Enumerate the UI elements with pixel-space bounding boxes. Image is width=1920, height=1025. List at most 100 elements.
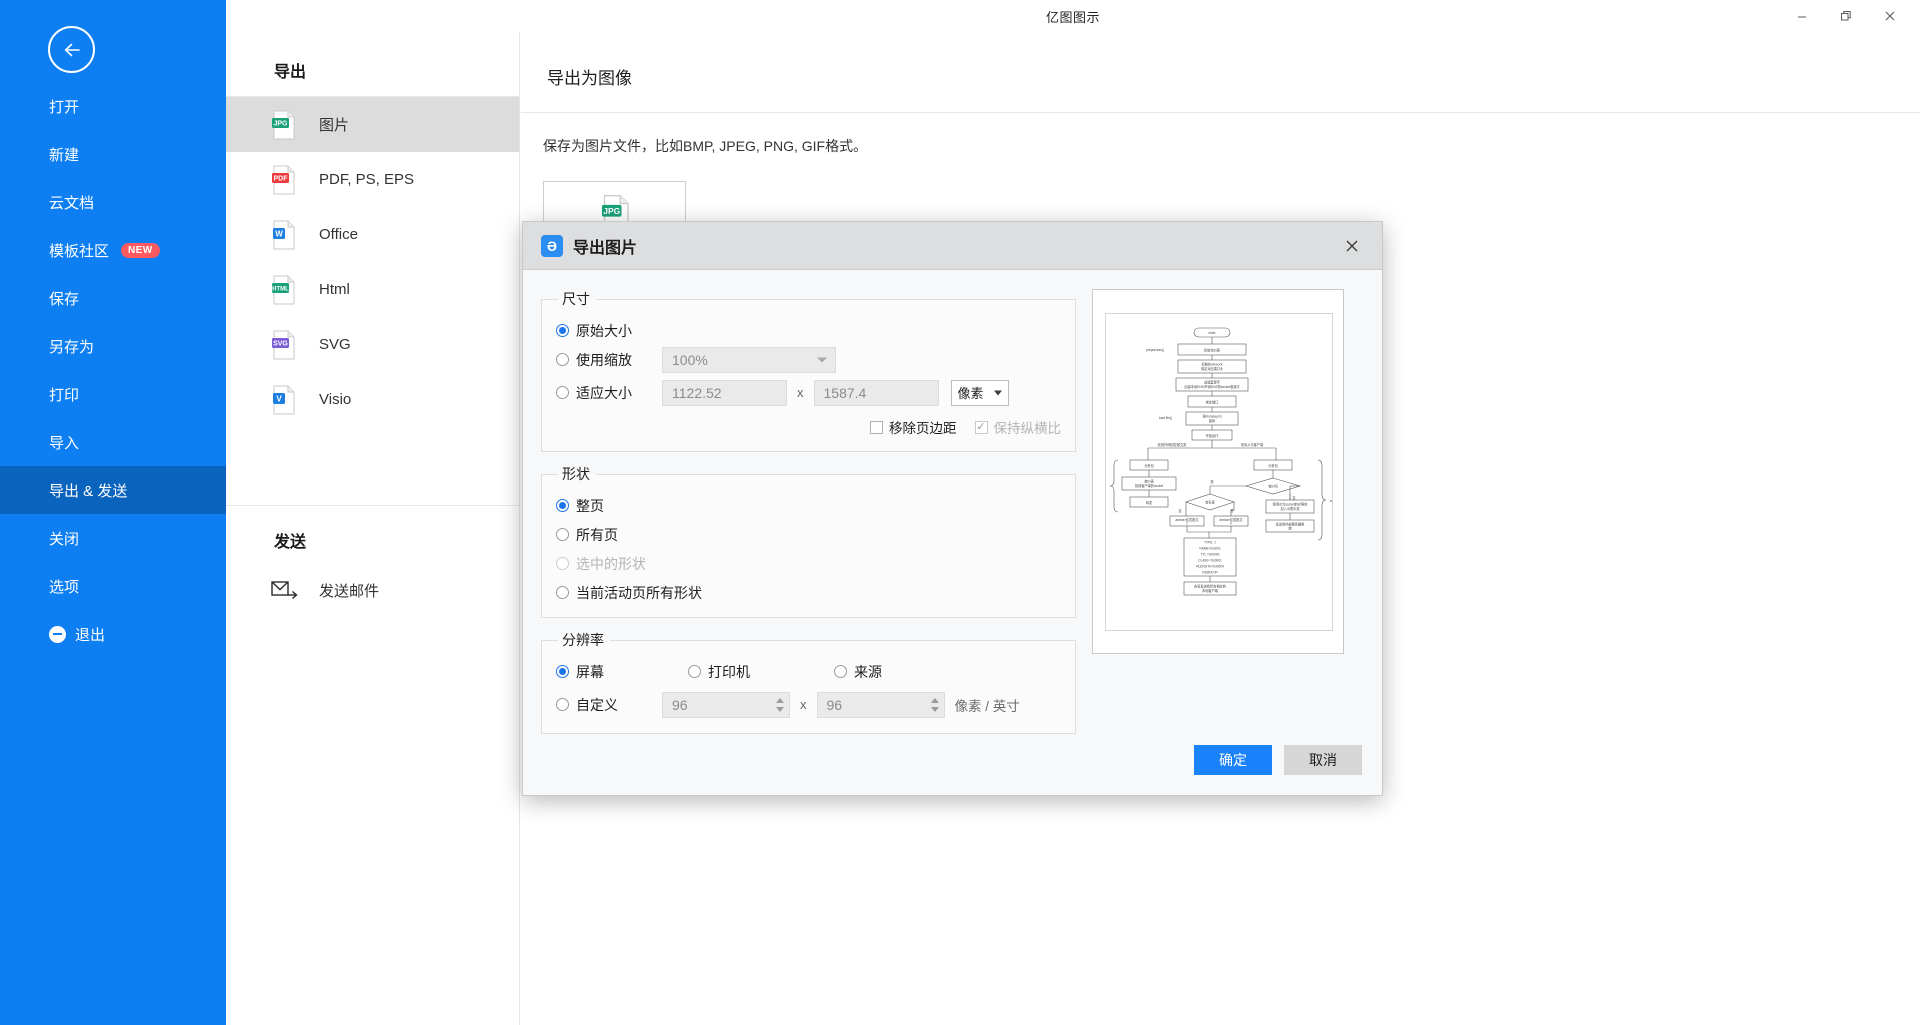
svg-text:是: 是: [1210, 479, 1214, 484]
resolution-preset-row: 屏幕 打印机 来源: [556, 657, 1061, 686]
custom-dpi-y-stepper[interactable]: [926, 693, 943, 716]
sidebar-item-print[interactable]: 打印: [0, 370, 226, 418]
svg-text:收到从与客户端: 收到从与客户端: [1241, 442, 1264, 447]
fit-height-value: 1587.4: [823, 384, 867, 401]
svg-text:CLASS =0x0001: CLASS =0x0001: [1198, 559, 1222, 563]
visio-file-icon: V: [271, 385, 297, 415]
app-logo-icon: Ə: [541, 234, 563, 257]
size-checkbox-row: 移除页边距 保持纵横比: [556, 417, 1061, 437]
svg-text:分析包: 分析包: [1268, 463, 1278, 468]
resolution-custom-row[interactable]: 自定义 96 x 96 像素 / 英寸: [556, 690, 1061, 719]
maximize-restore-button[interactable]: [1824, 0, 1868, 32]
size-option-original-row[interactable]: 原始大小: [556, 316, 1061, 345]
radio-active-page-all-shapes[interactable]: [556, 586, 569, 599]
radio-all-pages[interactable]: [556, 528, 569, 541]
radio-custom-resolution[interactable]: [556, 698, 569, 711]
radio-printer[interactable]: [688, 665, 701, 678]
radio-whole-page[interactable]: [556, 499, 569, 512]
checkbox-remove-page-margin-label: 移除页边距: [889, 421, 957, 436]
pdf-file-icon: PDF: [271, 165, 297, 195]
size-unit-select[interactable]: 像素: [950, 379, 1009, 406]
resolution-group-legend: 分辨率: [562, 632, 604, 648]
radio-original-size[interactable]: [556, 324, 569, 337]
cancel-button[interactable]: 取消: [1284, 745, 1362, 775]
svg-text:load file(): load file(): [1159, 416, 1172, 420]
custom-dpi-x-input[interactable]: 96: [662, 691, 790, 718]
send-item-label: 发送邮件: [319, 582, 380, 600]
format-item-image[interactable]: JPG 图片: [226, 97, 519, 152]
scale-value-select[interactable]: 100%: [662, 346, 836, 373]
svg-text:RLENGTH=0x0004: RLENGTH=0x0004: [1196, 565, 1224, 569]
dialog-close-button[interactable]: [1330, 222, 1374, 270]
checkbox-remove-page-margin[interactable]: [870, 420, 883, 434]
size-option-fit-row[interactable]: 适应大小 1122.52 x 1587.4 像素: [556, 378, 1061, 407]
sidebar-item-save[interactable]: 保存: [0, 274, 226, 322]
radio-whole-page-label: 整页: [576, 497, 604, 514]
svg-text:1: 1: [1186, 522, 1188, 526]
shape-option-active-page-shapes-row[interactable]: 当前活动页所有形状: [556, 578, 1061, 607]
format-item-visio[interactable]: V Visio: [226, 372, 519, 427]
shape-option-all-pages-row[interactable]: 所有页: [556, 520, 1061, 549]
svg-text:找到客户端的socket: 找到客户端的socket: [1135, 483, 1163, 488]
svg-text:SVG: SVG: [273, 340, 288, 347]
resolution-option-source[interactable]: 来源: [834, 662, 882, 682]
app-title: 亿图图示: [1045, 9, 1100, 25]
svg-text:本地客户端: 本地客户端: [1202, 588, 1219, 593]
size-group: 尺寸 原始大小 使用缩放 100% 适应大小 1122.52 x 1587.4 …: [541, 289, 1076, 452]
back-button[interactable]: [48, 26, 95, 73]
sidebar-nav: 打开 新建 云文档 模板社区 NEW 保存 另存为 打印 导入 导出 & 发送 …: [0, 82, 226, 658]
sidebar-item-close[interactable]: 关闭: [0, 514, 226, 562]
minimize-button[interactable]: [1780, 0, 1824, 32]
shape-option-whole-page-row[interactable]: 整页: [556, 491, 1061, 520]
shape-group: 形状 整页 所有页 选中的形状 当前活动页所有形状: [541, 464, 1076, 618]
radio-source[interactable]: [834, 665, 847, 678]
resolution-option-screen[interactable]: 屏幕: [556, 662, 604, 682]
sidebar-item-exit[interactable]: 退出: [0, 610, 226, 658]
ok-button[interactable]: 确定: [1194, 745, 1272, 775]
checkbox-keep-aspect-ratio[interactable]: [974, 420, 988, 434]
sidebar-item-label: 新建: [49, 146, 80, 164]
sidebar-item-cloud-doc[interactable]: 云文档: [0, 178, 226, 226]
format-item-html[interactable]: HTML Html: [226, 262, 519, 317]
sidebar-item-new[interactable]: 新建: [0, 130, 226, 178]
format-item-office[interactable]: W Office: [226, 207, 519, 262]
dialog-title: 导出图片: [573, 239, 638, 257]
format-item-pdf-ps-eps[interactable]: PDF PDF, PS, EPS: [226, 152, 519, 207]
sidebar-item-label: 退出: [75, 626, 106, 644]
sidebar-item-label: 另存为: [49, 338, 95, 356]
chevron-down-icon: [993, 390, 1002, 395]
radio-use-scale[interactable]: [556, 353, 569, 366]
svg-text:preprocess(): preprocess(): [1146, 348, 1164, 352]
size-option-scale-row[interactable]: 使用缩放 100%: [556, 345, 1061, 374]
fit-height-input[interactable]: 1587.4: [813, 379, 939, 406]
sidebar-item-open[interactable]: 打开: [0, 82, 226, 130]
sidebar-item-label: 关闭: [49, 530, 80, 548]
radio-screen[interactable]: [556, 665, 569, 678]
sidebar-item-template-community[interactable]: 模板社区 NEW: [0, 226, 226, 274]
custom-dpi-x-stepper[interactable]: [772, 693, 788, 716]
sidebar-item-export-and-send[interactable]: 导出 & 发送: [0, 466, 226, 514]
sidebar-item-options[interactable]: 选项: [0, 562, 226, 610]
format-item-svg[interactable]: SVG SVG: [226, 317, 519, 372]
sidebar-item-import[interactable]: 导入: [0, 418, 226, 466]
sidebar-item-save-as[interactable]: 另存为: [0, 322, 226, 370]
svg-text:初始化winsock: 初始化winsock: [1202, 362, 1223, 367]
word-file-icon: W: [271, 220, 297, 250]
format-item-label: Office: [319, 226, 358, 243]
export-image-dialog: Ə 导出图片 尺寸 原始大小 使用缩放 100% 适应大小 1122.52 x …: [522, 221, 1383, 796]
html-file-icon: HTML: [271, 275, 297, 305]
svg-text:有ID吗: 有ID吗: [1268, 483, 1278, 488]
resolution-option-printer[interactable]: 打印机: [688, 662, 750, 682]
svg-text:PDF: PDF: [274, 175, 289, 182]
radio-screen-label: 屏幕: [576, 663, 604, 680]
radio-all-pages-label: 所有页: [576, 526, 618, 543]
fit-width-input[interactable]: 1122.52: [662, 379, 787, 406]
shape-group-legend: 形状: [562, 466, 590, 482]
format-item-label: PDF, PS, EPS: [319, 171, 415, 188]
radio-selected-shapes-label: 选中的形状: [576, 555, 646, 572]
send-item-email[interactable]: 发送邮件: [226, 564, 519, 616]
radio-fit-size[interactable]: [556, 386, 569, 399]
svg-text:应答发送给所有相应的: 应答发送给所有相应的: [1194, 584, 1226, 589]
close-window-button[interactable]: [1868, 0, 1912, 32]
custom-dpi-y-input[interactable]: 96: [816, 691, 945, 718]
